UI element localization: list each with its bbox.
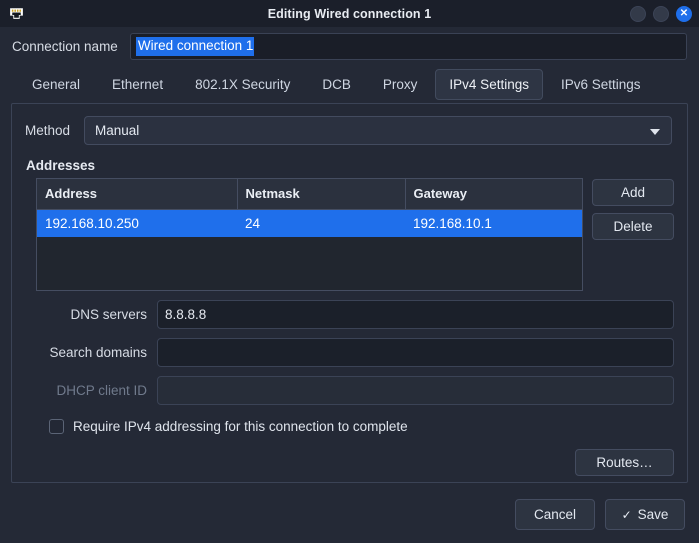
dhcp-client-id-row: DHCP client ID bbox=[12, 376, 687, 405]
require-ipv4-checkbox[interactable] bbox=[49, 419, 64, 434]
search-domains-label: Search domains bbox=[49, 345, 147, 360]
search-domains-row: Search domains bbox=[12, 338, 687, 367]
tab-bar: General Ethernet 802.1X Security DCB Pro… bbox=[0, 65, 699, 103]
close-icon[interactable]: ✕ bbox=[676, 5, 692, 22]
tab-ethernet[interactable]: Ethernet bbox=[98, 69, 177, 100]
cell-address[interactable]: 192.168.10.250 bbox=[37, 209, 237, 237]
dialog-footer: Cancel ✓ Save bbox=[0, 483, 699, 530]
column-header-netmask[interactable]: Netmask bbox=[237, 179, 406, 210]
table-row[interactable]: 192.168.10.250 24 192.168.10.1 bbox=[37, 209, 582, 237]
address-actions: Add Delete bbox=[592, 178, 674, 240]
routes-button[interactable]: Routes… bbox=[575, 449, 674, 476]
method-value: Manual bbox=[95, 123, 140, 138]
maximize-button[interactable] bbox=[653, 5, 669, 22]
cell-gateway[interactable]: 192.168.10.1 bbox=[405, 209, 582, 237]
addresses-title: Addresses bbox=[26, 158, 96, 173]
method-row: Method Manual bbox=[12, 104, 687, 145]
tab-8021x-security[interactable]: 802.1X Security bbox=[181, 69, 304, 100]
column-header-gateway[interactable]: Gateway bbox=[405, 179, 582, 210]
routes-row: Routes… bbox=[12, 449, 687, 476]
dhcp-client-id-label: DHCP client ID bbox=[56, 383, 147, 398]
add-button[interactable]: Add bbox=[592, 179, 674, 206]
cell-netmask[interactable]: 24 bbox=[237, 209, 405, 237]
dns-servers-value: 8.8.8.8 bbox=[165, 307, 207, 322]
cancel-button[interactable]: Cancel bbox=[515, 499, 595, 530]
method-label: Method bbox=[25, 123, 71, 138]
connection-name-row: Connection name Wired connection 1 bbox=[0, 27, 699, 65]
title-bar: Editing Wired connection 1 ✕ bbox=[0, 0, 699, 27]
tab-ipv4-settings[interactable]: IPv4 Settings bbox=[435, 69, 543, 100]
save-button-label: Save bbox=[637, 507, 669, 522]
minimize-button[interactable] bbox=[630, 5, 646, 22]
dns-servers-row: DNS servers 8.8.8.8 bbox=[12, 300, 687, 329]
dns-servers-input[interactable]: 8.8.8.8 bbox=[157, 300, 674, 329]
column-header-address[interactable]: Address bbox=[37, 179, 238, 210]
tab-dcb[interactable]: DCB bbox=[308, 69, 365, 100]
chevron-down-icon bbox=[650, 128, 660, 135]
check-icon: ✓ bbox=[621, 507, 632, 522]
tab-proxy[interactable]: Proxy bbox=[369, 69, 432, 100]
save-button[interactable]: ✓ Save bbox=[605, 499, 685, 530]
table-header-row: Address Netmask Gateway bbox=[37, 179, 582, 210]
method-dropdown[interactable]: Manual bbox=[84, 116, 672, 145]
addresses-table-wrap[interactable]: Address Netmask Gateway 192.168.10.250 2… bbox=[36, 178, 583, 291]
dns-servers-label: DNS servers bbox=[70, 307, 147, 322]
connection-name-label: Connection name bbox=[12, 39, 118, 54]
window-title: Editing Wired connection 1 bbox=[267, 6, 432, 21]
require-ipv4-label: Require IPv4 addressing for this connect… bbox=[73, 419, 408, 434]
connection-name-input[interactable]: Wired connection 1 bbox=[129, 33, 687, 60]
window-controls: ✕ bbox=[630, 0, 692, 27]
connection-name-value: Wired connection 1 bbox=[135, 37, 255, 56]
dhcp-client-id-input bbox=[157, 376, 674, 405]
ipv4-settings-panel: Method Manual Addresses Address Netmask … bbox=[11, 103, 688, 483]
search-domains-input[interactable] bbox=[157, 338, 674, 367]
delete-button[interactable]: Delete bbox=[592, 213, 674, 240]
tab-ipv6-settings[interactable]: IPv6 Settings bbox=[547, 69, 655, 100]
ethernet-port-icon bbox=[8, 5, 25, 22]
require-ipv4-row[interactable]: Require IPv4 addressing for this connect… bbox=[12, 419, 687, 434]
addresses-table: Address Netmask Gateway 192.168.10.250 2… bbox=[37, 179, 582, 237]
tab-general[interactable]: General bbox=[18, 69, 94, 100]
addresses-area: Address Netmask Gateway 192.168.10.250 2… bbox=[12, 178, 687, 291]
